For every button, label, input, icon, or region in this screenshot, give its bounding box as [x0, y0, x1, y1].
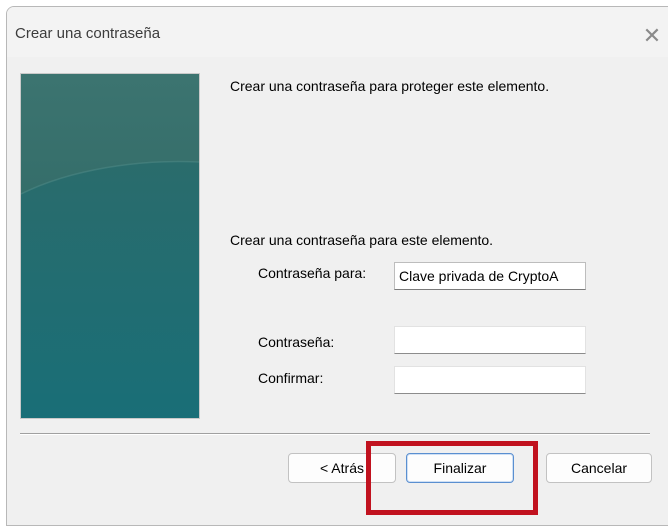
confirm-label: Confirmar:: [258, 370, 324, 386]
password-label: Contraseña:: [258, 334, 335, 350]
back-button[interactable]: < Atrás: [288, 453, 396, 483]
section-text: Crear una contraseña para este elemento.: [230, 232, 494, 248]
title-bar: Crear una contraseña ✕: [7, 7, 668, 57]
close-icon[interactable]: ✕: [635, 21, 668, 51]
cancel-button[interactable]: Cancelar: [546, 453, 652, 483]
intro-text: Crear una contraseña para proteger este …: [230, 78, 550, 94]
password-field[interactable]: [394, 326, 586, 354]
wizard-banner-image: [20, 73, 200, 419]
finish-button[interactable]: Finalizar: [406, 453, 514, 483]
password-for-label: Contraseña para:: [258, 265, 367, 281]
password-for-field[interactable]: [394, 262, 586, 290]
dialog-title: Crear una contraseña: [15, 25, 161, 42]
footer-separator: [20, 433, 650, 435]
confirm-password-field[interactable]: [394, 366, 586, 394]
